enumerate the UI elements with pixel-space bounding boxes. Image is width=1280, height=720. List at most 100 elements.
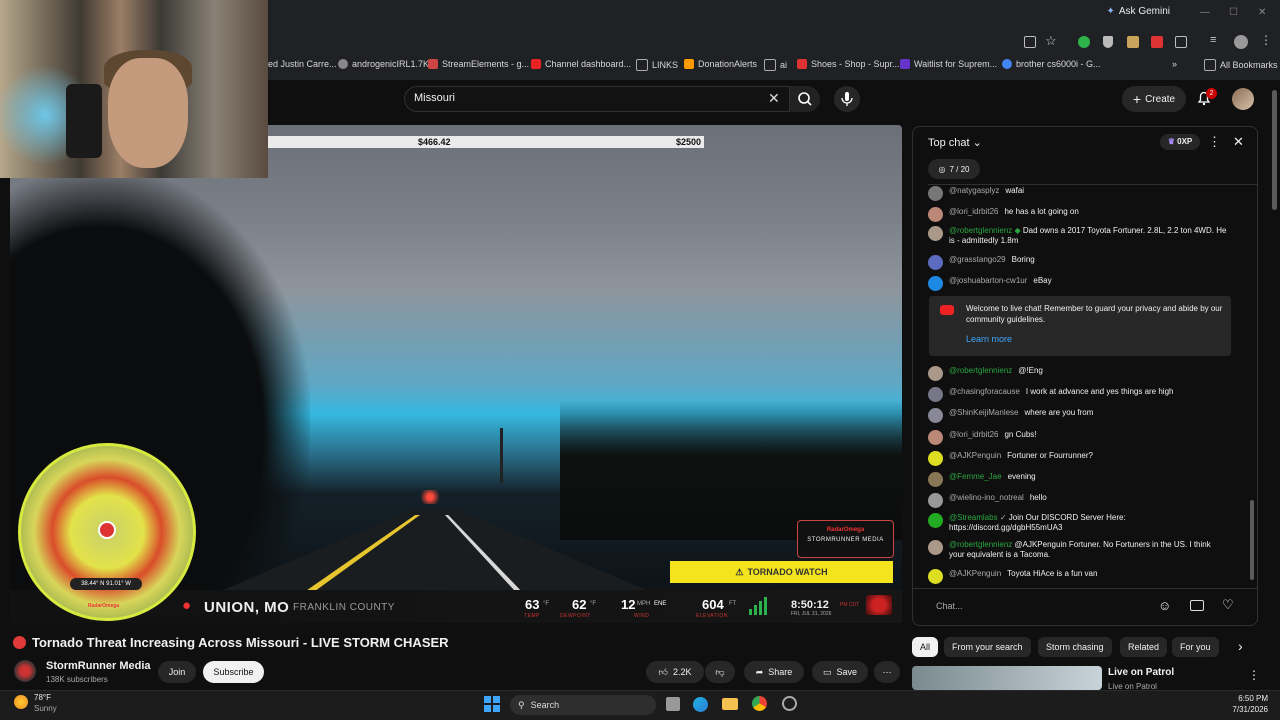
chip-for-you[interactable]: For you (1172, 637, 1219, 657)
chat-author[interactable]: @AJKPenguin (949, 569, 1001, 584)
chat-author[interactable]: @Femme_Jae (949, 472, 1002, 487)
heart-icon[interactable]: ♡ (1222, 597, 1234, 613)
voice-search-button[interactable] (834, 86, 860, 112)
taskbar-time[interactable]: 6:50 PM (1236, 694, 1268, 703)
save-button[interactable]: ▭ Save (812, 661, 868, 683)
ask-gemini-button[interactable]: ✦ Ask Gemini (1106, 6, 1170, 17)
chat-author[interactable]: @lori_idrbit26 (949, 207, 998, 222)
notification-count-badge: 2 (1206, 88, 1217, 99)
wind-direction: ENE (654, 601, 667, 607)
chat-welcome-text: Welcome to live chat! Remember to guard … (966, 304, 1223, 324)
channel-name[interactable]: StormRunner Media (46, 660, 151, 672)
chip-storm-chasing[interactable]: Storm chasing (1038, 637, 1112, 657)
stormrunner-badge-icon (866, 595, 892, 615)
recommendation-thumbnail[interactable] (912, 666, 1102, 690)
subscribe-button[interactable]: Subscribe (203, 661, 264, 683)
chat-mode-dropdown[interactable]: Top chat ⌄ (928, 136, 982, 149)
task-view-icon[interactable] (666, 697, 680, 711)
chat-goal-pill[interactable]: ◎ 7 / 20 (928, 159, 980, 179)
search-button[interactable] (790, 86, 820, 112)
chip-all[interactable]: All (912, 637, 939, 657)
bookmark-3[interactable]: Channel dashboard... (531, 59, 631, 69)
chat-author[interactable]: @robertglennienz (949, 540, 1012, 549)
chip-related[interactable]: Related (1120, 637, 1168, 657)
recommendation-title[interactable]: Live on Patrol (1108, 667, 1174, 678)
chat-author[interactable]: @chasingforacause (949, 387, 1020, 402)
gemini-icon: ✦ (1106, 6, 1115, 17)
extension-icon-3[interactable] (1151, 36, 1163, 48)
chat-avatar (928, 276, 943, 291)
chat-message: @ShinKeijiManlese where are you from (928, 408, 1228, 423)
extension-icon[interactable] (1078, 36, 1090, 48)
bookmark-1[interactable]: androgenicIRL1.7K (338, 59, 429, 69)
chat-scrollbar[interactable] (1250, 500, 1254, 580)
extensions-puzzle-icon[interactable] (1175, 36, 1187, 48)
chat-author[interactable]: @AJKPenguin (949, 451, 1001, 466)
chat-options-icon[interactable]: ⋮ (1208, 134, 1221, 150)
star-icon[interactable]: ☆ (1045, 33, 1057, 49)
channel-avatar[interactable] (14, 660, 36, 682)
bookmark-6[interactable]: ai (764, 59, 787, 71)
tornado-watch-banner: ⚠ TORNADO WATCH (670, 561, 893, 583)
bookmark-5[interactable]: DonationAlerts (684, 59, 757, 69)
page-scrollbar[interactable] (1272, 90, 1277, 210)
chat-message: @AJKPenguin Fortuner or Fourrunner? (928, 451, 1228, 466)
chat-input[interactable]: Chat... (928, 596, 1156, 616)
more-actions-button[interactable]: ⋯ (874, 661, 900, 683)
like-button[interactable]: 👍︎ 2.2K (646, 661, 704, 683)
super-chat-icon[interactable] (1190, 600, 1204, 611)
weather-sun-icon[interactable] (14, 695, 28, 709)
chat-text: Fortuner or Fourrunner? (1007, 451, 1093, 460)
minimize-button[interactable]: — (1200, 7, 1210, 18)
extension-icon-2[interactable] (1127, 36, 1139, 48)
bookmark-0[interactable]: ed Justin Carre... (268, 59, 337, 69)
reading-list-icon[interactable]: ≡ (1210, 34, 1216, 46)
bookmarks-overflow-button[interactable]: » (1172, 59, 1177, 69)
xp-badge[interactable]: ♛ 0XP (1160, 134, 1200, 150)
taskbar-search[interactable]: ⚲ Search (510, 695, 656, 715)
bookmark-4[interactable]: LINKS (636, 59, 678, 71)
profile-icon[interactable] (1234, 35, 1248, 49)
bookmark-2[interactable]: StreamElements - g... (428, 59, 529, 69)
cast-icon[interactable] (1024, 36, 1036, 48)
shield-extension-icon[interactable] (1103, 36, 1113, 48)
close-chat-icon[interactable]: ✕ (1233, 134, 1244, 150)
search-input[interactable]: Missouri (414, 92, 455, 104)
chrome-menu-icon[interactable]: ⋮ (1260, 33, 1272, 47)
chat-author[interactable]: @robertglennienz (949, 226, 1012, 235)
edge-icon[interactable] (693, 697, 708, 712)
bookmark-7[interactable]: Shoes - Shop - Supr... (797, 59, 900, 69)
chat-author[interactable]: @grasstango29 (949, 255, 1006, 270)
search-input-box[interactable] (404, 86, 790, 112)
bookmark-9[interactable]: brother cs6000i - G... (1002, 59, 1101, 69)
file-explorer-icon[interactable] (722, 698, 738, 710)
account-avatar[interactable] (1232, 88, 1254, 110)
maximize-button[interactable]: ☐ (1229, 7, 1238, 18)
chat-author[interactable]: @Streamlabs (949, 513, 998, 522)
learn-more-link[interactable]: Learn more (966, 334, 1012, 344)
emoji-icon[interactable]: ☺ (1158, 598, 1171, 613)
chat-author[interactable]: @natygasplyz (949, 186, 999, 201)
chat-author[interactable]: @robertglennienz (949, 366, 1012, 381)
chat-avatar (928, 255, 943, 270)
chevron-right-icon[interactable]: › (1238, 638, 1243, 654)
close-window-button[interactable]: ✕ (1258, 7, 1266, 18)
bookmark-8[interactable]: Waitlist for Suprem... (900, 59, 997, 69)
join-button[interactable]: Join (158, 661, 196, 683)
chrome-icon[interactable] (752, 696, 767, 711)
chat-author[interactable]: @lori_idrbit26 (949, 430, 998, 445)
weather-temp[interactable]: 78°F (34, 693, 51, 702)
app-icon[interactable] (782, 696, 797, 711)
chat-author[interactable]: @joshuabarton-cw1ur (949, 276, 1027, 291)
chip-from-your-search[interactable]: From your search (944, 637, 1031, 657)
create-button[interactable]: + Create (1122, 86, 1186, 112)
recommendation-menu-icon[interactable]: ⋮ (1248, 668, 1260, 682)
folder-icon (636, 59, 648, 71)
chat-author[interactable]: @wielino-ino_notreal (949, 493, 1024, 508)
share-button[interactable]: ➦ Share (744, 661, 804, 683)
clear-search-icon[interactable]: ✕ (768, 90, 780, 107)
chat-author[interactable]: @ShinKeijiManlese (949, 408, 1019, 423)
dislike-button[interactable]: 👎︎ (705, 661, 735, 683)
windows-start-icon[interactable] (484, 696, 500, 712)
all-bookmarks-button[interactable]: All Bookmarks (1204, 59, 1278, 71)
